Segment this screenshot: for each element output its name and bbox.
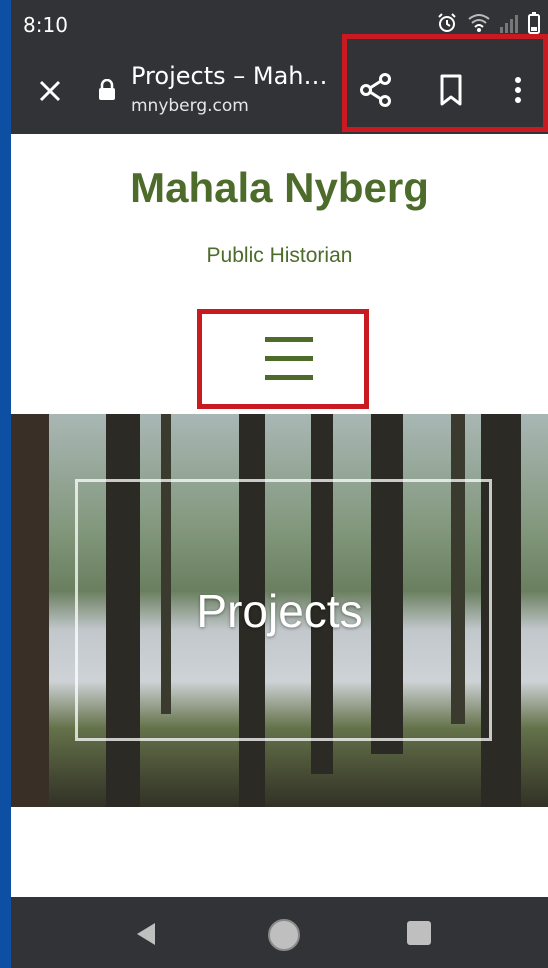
highlight-toolbar-actions: [342, 34, 548, 132]
tab-title[interactable]: Projects – Mah…: [131, 62, 328, 90]
system-nav-bar: [11, 897, 548, 968]
web-page: Mahala Nyberg Public Historian Projects: [11, 134, 548, 897]
hero-banner: Projects: [11, 414, 548, 807]
recents-button[interactable]: [407, 921, 431, 945]
site-title[interactable]: Mahala Nyberg: [11, 164, 548, 212]
back-triangle-icon: [137, 923, 155, 945]
status-time: 8:10: [23, 13, 68, 37]
lock-icon: [98, 78, 116, 106]
highlight-menu-toggle: [197, 309, 369, 409]
close-icon: [39, 80, 61, 102]
close-tab-button[interactable]: [33, 74, 67, 108]
url-text[interactable]: mnyberg.com: [131, 96, 249, 116]
back-button[interactable]: [133, 921, 159, 952]
hero-title: Projects: [196, 585, 363, 637]
home-button[interactable]: [268, 919, 300, 951]
site-tagline: Public Historian: [206, 244, 353, 267]
